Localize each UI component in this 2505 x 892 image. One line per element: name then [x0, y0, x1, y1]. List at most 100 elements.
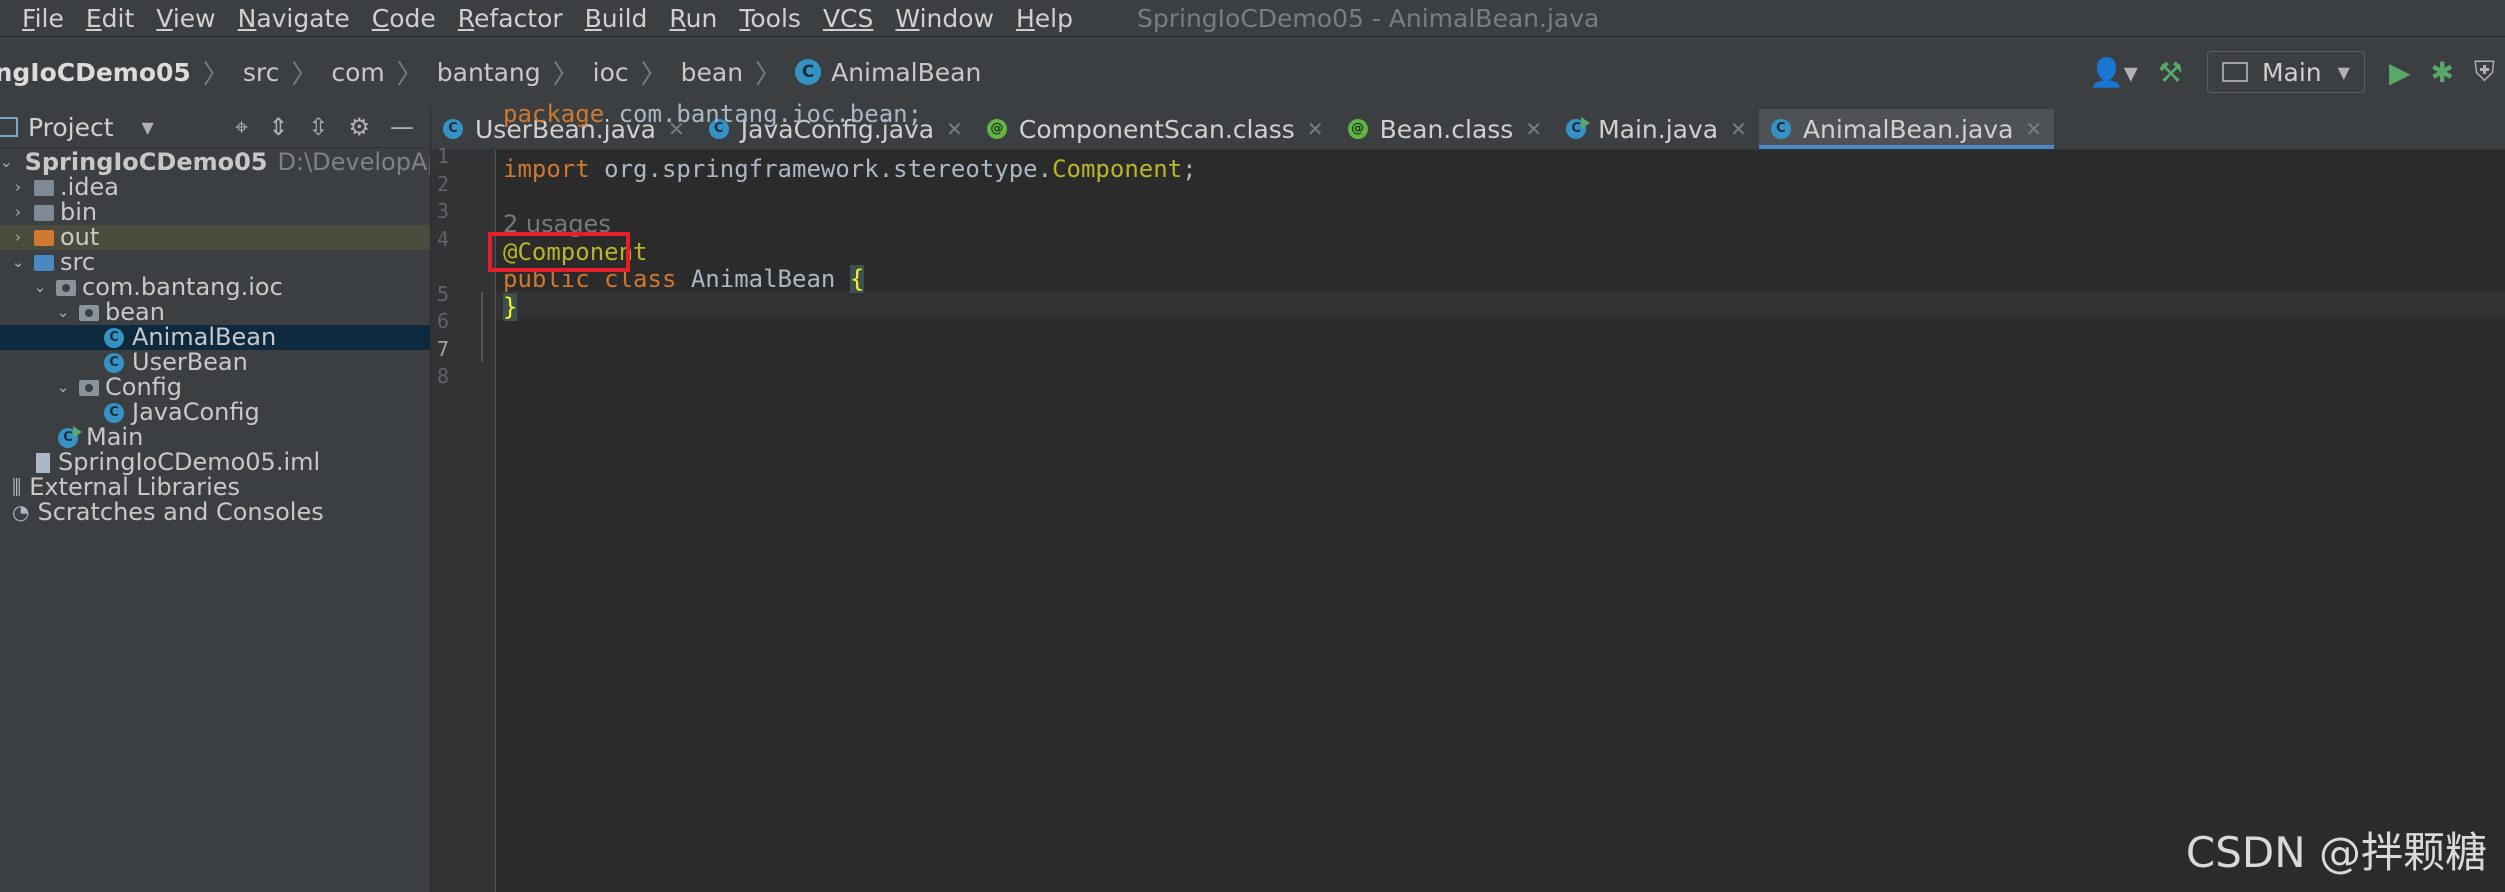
menu-window[interactable]: Window [885, 4, 1006, 33]
iml-file-icon [36, 452, 50, 473]
tree-item-main[interactable]: C Main [0, 425, 430, 450]
tree-item-javaconfig[interactable]: C JavaConfig [0, 400, 430, 425]
breadcrumb-separator: 〉 [640, 59, 667, 90]
imported-class: Component [1052, 155, 1183, 183]
run-configuration-select[interactable]: Main ▼ [2206, 51, 2365, 93]
close-icon[interactable]: ✕ [1730, 117, 1747, 141]
tree-item-scratches[interactable]: ◔ Scratches and Consoles [0, 500, 430, 525]
menu-run[interactable]: Run [659, 4, 729, 33]
tree-item-module[interactable]: ⌄ SpringIoCDemo05 D:\DevelopApplication\… [0, 150, 430, 175]
tab-componentscan[interactable]: @ ComponentScan.class ✕ [975, 109, 1336, 149]
breadcrumb-ioc[interactable]: ioc [593, 58, 629, 87]
tree-item-package-bean[interactable]: ⌄ bean [0, 298, 430, 326]
run-icon[interactable]: ▶ [2389, 56, 2411, 89]
line-number: 2 [437, 172, 450, 196]
breadcrumb-separator: 〉 [202, 59, 229, 90]
menu-help[interactable]: Help [1006, 4, 1085, 33]
close-icon[interactable]: ✕ [2025, 117, 2042, 141]
tree-item-external-libraries[interactable]: ⫼ External Libraries [0, 475, 430, 500]
menu-code[interactable]: Code [362, 4, 448, 33]
tree-item-src[interactable]: ⌄ src [0, 250, 430, 275]
menu-edit[interactable]: Edit [76, 4, 146, 33]
module-path: D:\DevelopApplication\JavaWorkS [277, 148, 431, 176]
annotation-icon: @ [986, 119, 1007, 139]
close-icon[interactable]: ✕ [1525, 117, 1542, 141]
package-icon [56, 279, 76, 296]
tab-main[interactable]: C Main.java ✕ [1554, 109, 1759, 149]
scratch-icon: ◔ [12, 500, 30, 524]
close-icon[interactable]: ✕ [946, 117, 963, 141]
minimize-icon[interactable]: — [390, 113, 414, 141]
menu-tools[interactable]: Tools [729, 4, 813, 33]
menu-navigate[interactable]: Navigate [228, 4, 362, 33]
user-icon[interactable]: 👤▾ [2089, 56, 2138, 89]
tree-item-label: .idea [60, 173, 120, 201]
keyword: import [503, 155, 590, 183]
chevron-down-icon[interactable]: ⌄ [0, 150, 13, 175]
tree-item-userbean[interactable]: C UserBean [0, 348, 430, 376]
tree-item-package-ioc[interactable]: ⌄ com.bantang.ioc [0, 273, 430, 301]
main-class-icon: C [1566, 117, 1591, 139]
tab-animalbean[interactable]: C AnimalBean.java ✕ [1758, 109, 2055, 149]
run-configuration-label: Main [2261, 57, 2322, 87]
breadcrumb-current-class[interactable]: AnimalBean [831, 58, 981, 87]
breadcrumb-com[interactable]: com [331, 58, 384, 87]
hammer-icon[interactable]: ⚒ [2158, 56, 2183, 89]
close-icon[interactable]: ✕ [1307, 117, 1324, 141]
chevron-down-icon[interactable]: ⌄ [30, 275, 50, 300]
library-icon: ⫼ [12, 475, 22, 499]
locate-icon[interactable]: ⌖ [235, 113, 249, 141]
chevron-down-icon[interactable]: ▼ [142, 118, 154, 137]
tree-item-label: bin [60, 198, 98, 226]
breadcrumb-bean[interactable]: bean [681, 58, 743, 87]
breadcrumb-project[interactable]: ingIoCDemo05 [0, 58, 191, 87]
line-number-gutter: 1 2 3 4 5 6 7 8 [431, 144, 496, 892]
chevron-right-icon[interactable]: › [8, 225, 28, 250]
window-title: SpringIoCDemo05 - AnimalBean.java [1136, 3, 1600, 33]
tree-item-animalbean[interactable]: C AnimalBean [0, 323, 430, 351]
tree-item-label: AnimalBean [132, 323, 277, 351]
keyword: package [503, 100, 605, 128]
tree-item-package-config[interactable]: ⌄ Config [0, 373, 430, 401]
menu-refactor[interactable]: Refactor [448, 4, 575, 33]
menu-vcs[interactable]: VCS [813, 4, 885, 33]
highlight-annotation-box [488, 232, 630, 272]
watermark: CSDN @拌颗糖 [2185, 828, 2487, 877]
folder-icon [34, 204, 54, 221]
tree-item-iml[interactable]: SpringIoCDemo05.iml [0, 450, 430, 475]
tab-bean[interactable]: @ Bean.class ✕ [1336, 109, 1554, 149]
tab-label: ComponentScan.class [1018, 114, 1295, 144]
tree-item-label: Config [105, 373, 183, 401]
coverage-icon[interactable]: ⛨ [2474, 55, 2495, 89]
tree-item-label: bean [105, 298, 165, 326]
tree-item-label: UserBean [132, 348, 248, 376]
tree-item-out[interactable]: › out [0, 225, 430, 250]
chevron-right-icon[interactable]: › [8, 200, 28, 225]
gear-icon[interactable]: ⚙ [348, 113, 370, 141]
chevron-down-icon[interactable]: ⌄ [53, 300, 73, 325]
debug-icon[interactable]: ✱ [2431, 56, 2454, 89]
tree-item-label: com.bantang.ioc [82, 273, 283, 301]
menu-bar: File Edit View Navigate Code Refactor Bu… [0, 0, 2505, 36]
package-icon [79, 304, 99, 321]
annotation-icon: @ [1347, 119, 1368, 139]
menu-view[interactable]: View [146, 4, 227, 33]
chevron-down-icon[interactable]: ⌄ [8, 250, 28, 275]
breadcrumb-bantang[interactable]: bantang [437, 58, 541, 87]
brace: } [503, 293, 518, 321]
code-line-1: package com.bantang.ioc.bean; [503, 100, 922, 128]
collapse-all-icon[interactable]: ⇳ [308, 113, 328, 141]
project-panel-title[interactable]: Project [28, 113, 114, 142]
menu-build[interactable]: Build [575, 4, 660, 33]
chevron-down-icon[interactable]: ⌄ [53, 375, 73, 400]
tree-item-bin[interactable]: › bin [0, 198, 430, 226]
breadcrumb-src[interactable]: src [243, 58, 280, 87]
menu-file[interactable]: File [0, 4, 76, 33]
tree-item-idea[interactable]: › .idea [0, 173, 430, 201]
package-icon [79, 379, 99, 396]
brace: { [849, 265, 865, 293]
expand-all-icon[interactable]: ⇕ [268, 113, 288, 141]
project-tool-window: Project ▼ ⌖ ⇕ ⇳ ⚙ — ⌄ SpringIoCDemo05 D:… [0, 107, 431, 892]
chevron-right-icon[interactable]: › [8, 175, 28, 200]
main-class-icon: C [58, 425, 82, 448]
